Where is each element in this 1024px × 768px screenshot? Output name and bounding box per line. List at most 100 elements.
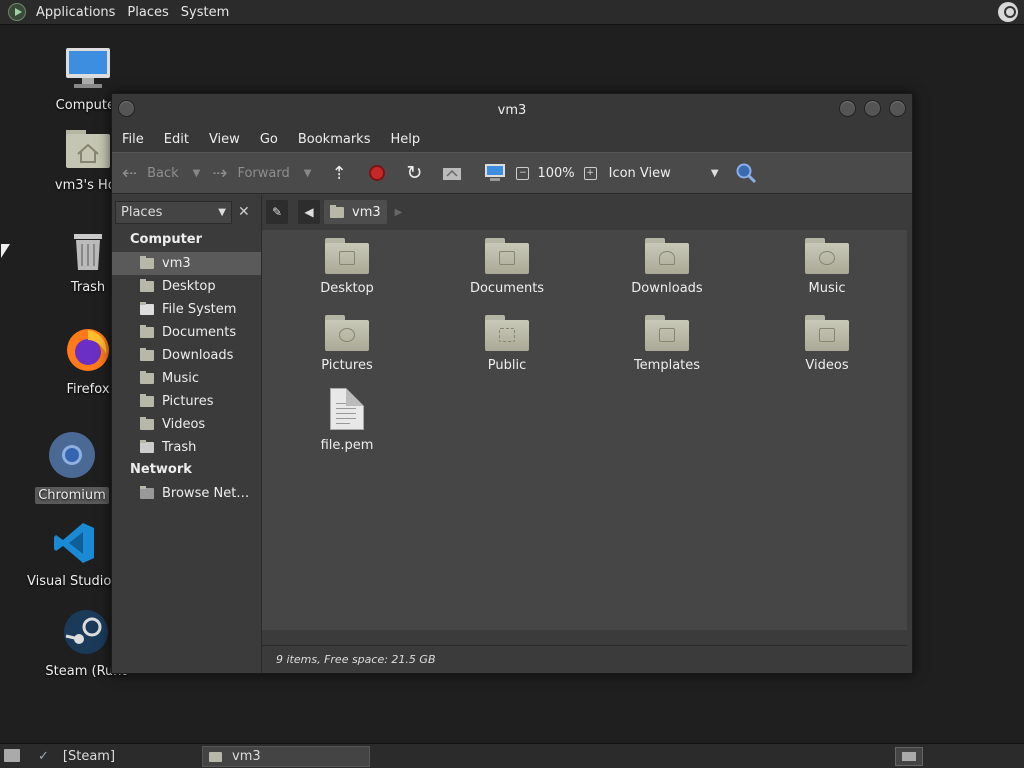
mouse-cursor-icon [1,244,10,258]
network-icon [140,486,154,499]
sidebar-item-downloads[interactable]: Downloads [112,344,261,367]
file-manager-window: vm3 File Edit View Go Bookmarks Help ⇠ B… [111,93,913,674]
stop-icon[interactable] [368,165,385,181]
sidebar-item-browse-network[interactable]: Browse Net… [112,482,261,505]
forward-button[interactable]: ⇢ Forward [212,152,289,194]
folder-downloads-icon [645,238,689,274]
sidebar-item-pictures[interactable]: Pictures [112,390,261,413]
workspace-window-icon [902,752,916,761]
sidebar-item-filesystem[interactable]: File System [112,298,261,321]
sidebar-section-network: Network [130,462,192,477]
file-item-downloads[interactable]: Downloads [597,238,737,296]
menu-edit[interactable]: Edit [154,132,199,147]
menu-applications[interactable]: Applications [30,5,121,20]
steam-tray-icon[interactable] [998,2,1018,22]
forward-arrow-icon: ⇢ [212,162,228,184]
reload-icon[interactable]: ↻ [407,162,423,184]
menu-places[interactable]: Places [121,5,174,20]
file-item-pictures[interactable]: Pictures [277,315,417,373]
file-item-documents[interactable]: Documents [437,238,577,296]
firefox-icon [67,329,109,371]
menu-view[interactable]: View [199,132,250,147]
folder-templates-icon [645,315,689,351]
folder-desktop-icon [325,238,369,274]
file-item-videos[interactable]: Videos [757,315,897,373]
home-icon[interactable] [442,165,462,181]
file-item-pem[interactable]: file.pem [277,388,417,453]
sidebar-item-trash[interactable]: Trash [112,436,261,459]
menu-go[interactable]: Go [250,132,288,147]
computer-monitor-icon [66,48,110,88]
folder-icon [140,417,154,430]
sidebar-section-computer: Computer [130,232,203,247]
toolbar: ⇠ Back ▼ ⇢ Forward ▼ ⇡ ↻ − 100% + Icon V… [112,152,912,194]
zoom-level: 100% [537,165,575,181]
show-desktop-icon[interactable] [4,749,20,762]
sidebar-item-desktop[interactable]: Desktop [112,275,261,298]
sidebar-item-vm3[interactable]: vm3 [112,252,261,275]
trash-icon [140,440,154,453]
folder-icon [209,751,222,762]
window-menu-button[interactable] [118,100,135,117]
folder-icon [140,371,154,384]
taskbar-item-vm3[interactable]: vm3 [202,746,370,767]
close-button[interactable] [889,100,906,117]
folder-music-icon [805,238,849,274]
maximize-button[interactable] [864,100,881,117]
folder-icon [140,279,154,292]
taskbar-item-steam[interactable]: ✓ [Steam] [32,746,198,767]
breadcrumb-vm3[interactable]: vm3 [324,200,387,224]
file-view: ✎ ◀ vm3 ▶ Desktop Documents Downloads Mu… [262,195,912,673]
folder-public-icon [485,315,529,351]
steam-icon [64,610,108,654]
window-title: vm3 [497,102,527,118]
text-file-icon [330,388,364,430]
folder-icon [140,394,154,407]
menu-system[interactable]: System [175,5,235,20]
chromium-icon [49,432,95,478]
top-panel: Applications Places System [0,0,1024,25]
file-item-public[interactable]: Public [437,315,577,373]
sidebar: Places ▼ ✕ Computer vm3 Desktop File Sys… [112,195,262,673]
zoom-out-icon[interactable]: − [516,166,530,180]
workspace-switcher[interactable] [895,747,923,766]
sidebar-item-music[interactable]: Music [112,367,261,390]
view-mode-select[interactable]: Icon View ▼ [609,152,719,194]
window-titlebar[interactable]: vm3 [112,94,912,126]
file-item-templates[interactable]: Templates [597,315,737,373]
path-left-arrow-icon[interactable]: ◀ [298,200,320,224]
desktop-icon-chromium[interactable]: Chromium [22,430,122,504]
file-item-desktop[interactable]: Desktop [277,238,417,296]
mint-logo-icon[interactable] [8,3,26,21]
menubar: File Edit View Go Bookmarks Help [112,126,912,152]
icon-grid: Desktop Documents Downloads Music Pictur… [262,230,907,630]
folder-documents-icon [485,238,529,274]
edit-location-icon[interactable]: ✎ [266,200,288,224]
home-folder-icon [66,130,110,168]
sidebar-item-videos[interactable]: Videos [112,413,261,436]
menu-bookmarks[interactable]: Bookmarks [288,132,381,147]
menu-help[interactable]: Help [380,132,430,147]
computer-icon[interactable] [484,163,506,183]
minimize-button[interactable] [839,100,856,117]
zoom-in-icon[interactable]: + [583,166,597,180]
back-button[interactable]: ⇠ Back [122,152,179,194]
path-right-arrow-icon[interactable]: ▶ [395,207,403,218]
steam-small-icon: ✓ [38,749,49,764]
search-icon[interactable] [735,162,757,184]
sidebar-item-documents[interactable]: Documents [112,321,261,344]
home-folder-icon [330,204,344,218]
desktop-icon-vscode[interactable]: Visual Studio Co [24,520,133,590]
trash-icon [74,234,102,270]
view-mode-chevron-icon: ▼ [710,167,719,179]
back-arrow-icon: ⇠ [122,162,138,184]
close-sidebar-icon[interactable]: ✕ [238,204,250,220]
forward-history-chevron-icon[interactable]: ▼ [304,168,312,179]
sidebar-mode-select[interactable]: Places ▼ [115,200,232,224]
back-history-chevron-icon[interactable]: ▼ [193,168,201,179]
menu-file[interactable]: File [112,132,154,147]
folder-icon [140,325,154,338]
folder-icon [140,348,154,361]
up-arrow-icon[interactable]: ⇡ [331,163,346,184]
file-item-music[interactable]: Music [757,238,897,296]
